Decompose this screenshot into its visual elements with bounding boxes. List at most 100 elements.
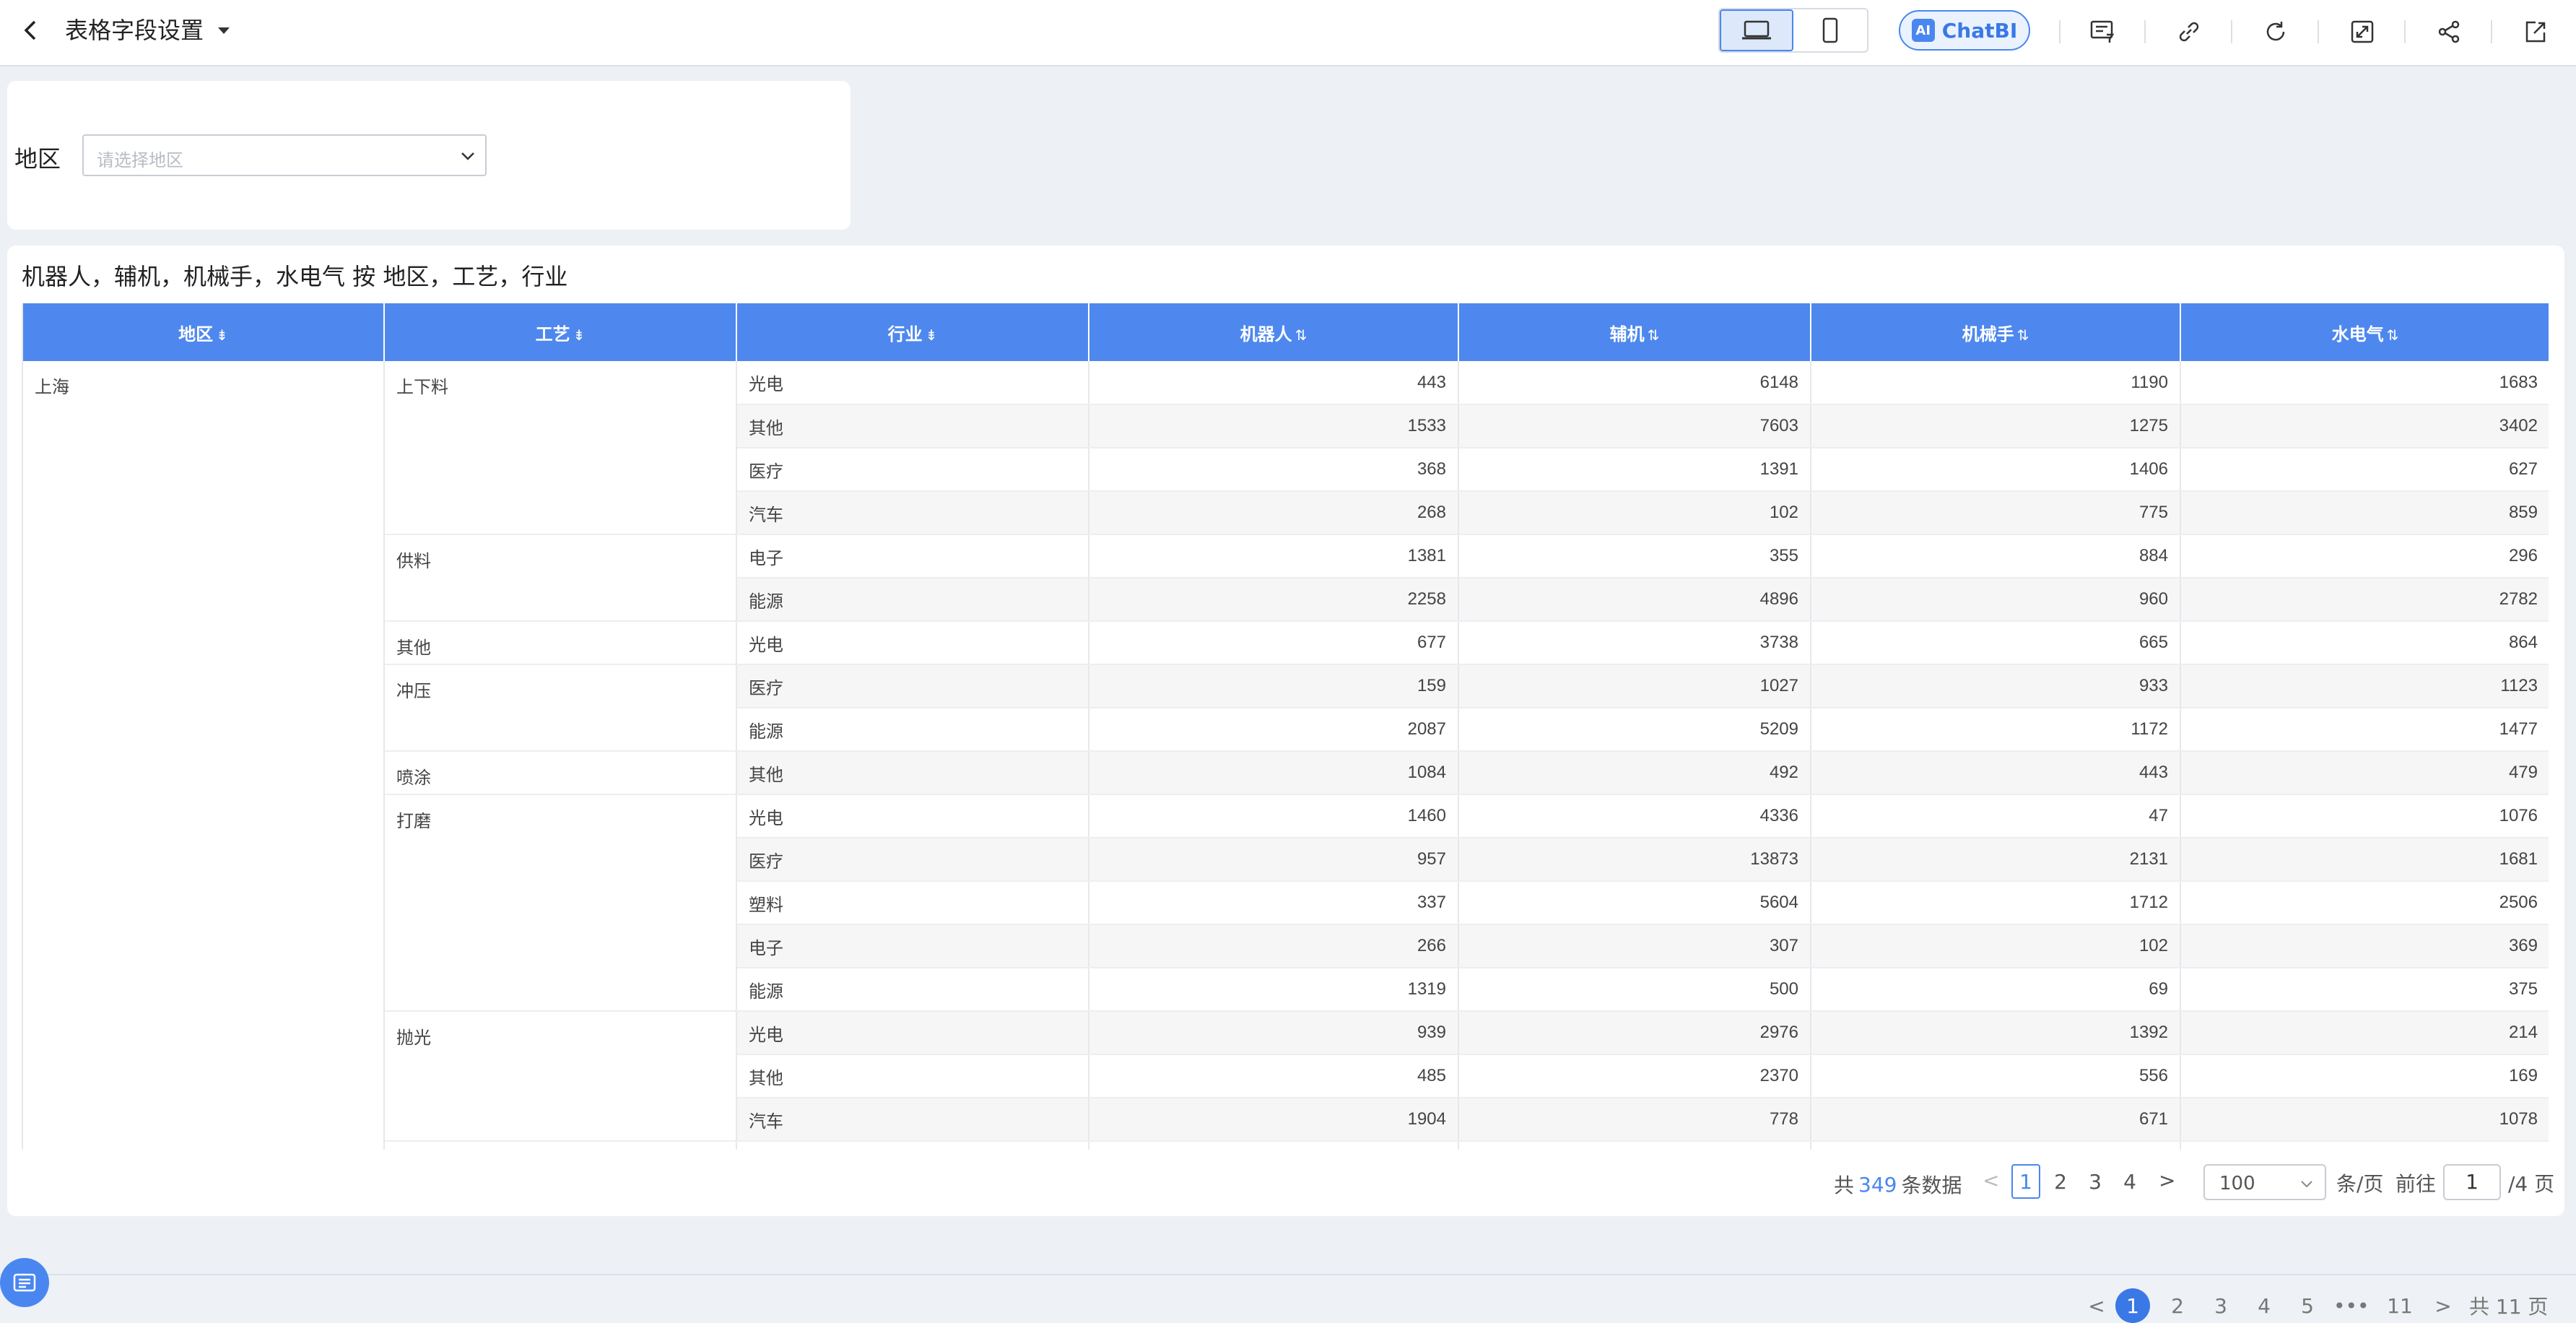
title-dropdown-icon[interactable]: [215, 22, 232, 39]
bottom-ellipsis[interactable]: •••: [2333, 1288, 2370, 1323]
chatbi-button[interactable]: AI ChatBI: [1899, 10, 2030, 51]
column-header[interactable]: 地区 ⇟: [23, 303, 385, 361]
divider: [2231, 20, 2232, 43]
refresh-icon[interactable]: [2258, 14, 2293, 49]
filter-settings-icon[interactable]: [2085, 14, 2120, 49]
process-cell: 供料: [384, 534, 737, 622]
bottom-prev-icon[interactable]: <: [2079, 1288, 2114, 1323]
share-icon[interactable]: [2432, 14, 2466, 49]
value-cell: 960: [1811, 578, 2181, 622]
value-cell: 2976: [1458, 1011, 1811, 1055]
column-header[interactable]: 水电气 ⇅: [2180, 303, 2549, 361]
value-cell: 677: [1089, 621, 1459, 665]
value-cell: 957: [1089, 838, 1459, 882]
sort-icon[interactable]: ⇅: [1648, 328, 1660, 344]
bottom-page-1[interactable]: 1: [2115, 1288, 2150, 1323]
bottom-next-icon[interactable]: >: [2426, 1288, 2460, 1323]
value-cell: 775: [1811, 491, 2181, 535]
value-cell: 1076: [2180, 794, 2549, 838]
page-4[interactable]: 4: [2115, 1164, 2144, 1199]
value-cell: 268: [1089, 491, 1459, 535]
divider: [2318, 20, 2319, 43]
industry-cell: 医疗: [736, 448, 1089, 492]
industry-cell: 其他: [736, 404, 1089, 448]
value-cell: 1460: [1089, 794, 1459, 838]
value-cell: 1275: [1811, 404, 2181, 448]
filter-sort-icon[interactable]: ⇟: [573, 328, 586, 344]
prev-page-icon[interactable]: <: [1983, 1168, 1999, 1192]
empty-cell: [1089, 1141, 1459, 1150]
outline-menu-icon[interactable]: [0, 1258, 49, 1307]
value-cell: 266: [1089, 924, 1459, 968]
next-page-icon[interactable]: >: [2159, 1168, 2175, 1192]
link-icon[interactable]: [2172, 14, 2206, 49]
sort-icon[interactable]: ⇅: [2387, 328, 2399, 344]
column-header[interactable]: 辅机 ⇅: [1458, 303, 1811, 361]
bottom-page-last[interactable]: 11: [2383, 1288, 2417, 1323]
desktop-view-button[interactable]: [1720, 9, 1794, 51]
value-cell: 884: [1811, 534, 2181, 578]
value-cell: 1904: [1089, 1098, 1459, 1142]
table-row: 其他 光电 677 3738 665 864: [23, 621, 2549, 665]
value-cell: 7603: [1458, 404, 1811, 448]
bottom-page-2[interactable]: 2: [2160, 1288, 2195, 1323]
page-3[interactable]: 3: [2081, 1164, 2110, 1199]
value-cell: 556: [1811, 1054, 2181, 1098]
page-size-select[interactable]: 100: [2203, 1164, 2326, 1200]
table-row: 冲压 医疗 159 1027 933 1123: [23, 664, 2549, 752]
total-count-value: 349: [1858, 1172, 1897, 1197]
pivot-table: 地区 ⇟ 工艺 ⇟ 行业 ⇟ 机器人 ⇅ 辅机 ⇅ 机械手 ⇅ 水电气 ⇅ 上海 上下料 光电 443 6148 1…: [22, 303, 2549, 1150]
chatbi-label: ChatBI: [1941, 18, 2018, 43]
sort-icon[interactable]: ⇅: [1295, 328, 1307, 344]
column-header[interactable]: 机器人 ⇅: [1089, 303, 1459, 361]
industry-cell: 电子: [736, 924, 1089, 968]
back-icon[interactable]: [16, 14, 45, 46]
divider: [2404, 20, 2406, 43]
value-cell: 102: [1811, 924, 2181, 968]
goto-page-input[interactable]: 1: [2443, 1164, 2501, 1200]
export-icon[interactable]: [2518, 14, 2553, 49]
mobile-view-button[interactable]: [1793, 9, 1867, 51]
filter-sort-icon[interactable]: ⇟: [926, 328, 938, 344]
value-cell: 859: [2180, 491, 2549, 535]
region-select-placeholder: 请选择地区: [97, 150, 183, 170]
empty-cell: [1811, 1141, 2181, 1150]
column-header[interactable]: 行业 ⇟: [736, 303, 1089, 361]
page-1[interactable]: 1: [2011, 1164, 2040, 1199]
value-cell: 443: [1089, 361, 1459, 405]
value-cell: 4896: [1458, 578, 1811, 622]
value-cell: 6148: [1458, 361, 1811, 405]
value-cell: 864: [2180, 621, 2549, 665]
table-row: 喷涂 其他 1084 492 443 479: [23, 751, 2549, 795]
column-header-label: 地区: [178, 324, 214, 344]
value-cell: 933: [1811, 664, 2181, 708]
column-header[interactable]: 机械手 ⇅: [1811, 303, 2181, 361]
column-header[interactable]: 工艺 ⇟: [384, 303, 737, 361]
value-cell: 69: [1811, 968, 2181, 1012]
page-2[interactable]: 2: [2046, 1164, 2075, 1199]
sort-icon[interactable]: ⇅: [2017, 328, 2029, 344]
chatbi-logo-icon: AI: [1911, 19, 1935, 42]
page-size-value: 100: [2219, 1173, 2255, 1194]
page-title: 表格字段设置: [65, 17, 204, 44]
process-cell: 喷涂: [384, 751, 737, 795]
fullscreen-icon[interactable]: [2345, 14, 2380, 49]
empty-cell: [384, 1141, 737, 1150]
process-cell: 抛光: [384, 1011, 737, 1142]
value-cell: 479: [2180, 751, 2549, 795]
industry-cell: 光电: [736, 361, 1089, 405]
industry-cell: 能源: [736, 708, 1089, 752]
bottom-page-4[interactable]: 4: [2247, 1288, 2281, 1323]
value-cell: 1319: [1089, 968, 1459, 1012]
region-select[interactable]: 请选择地区: [82, 134, 487, 176]
bottom-page-5[interactable]: 5: [2290, 1288, 2325, 1323]
region-filter-label: 地区: [14, 145, 61, 173]
bottom-page-3[interactable]: 3: [2203, 1288, 2238, 1323]
value-cell: 1391: [1458, 448, 1811, 492]
value-cell: 47: [1811, 794, 2181, 838]
value-cell: 159: [1089, 664, 1459, 708]
goto-label: 前往: [2396, 1172, 2437, 1196]
table-row: [23, 1141, 2549, 1150]
value-cell: 2506: [2180, 881, 2549, 925]
filter-sort-icon[interactable]: ⇟: [216, 328, 228, 344]
